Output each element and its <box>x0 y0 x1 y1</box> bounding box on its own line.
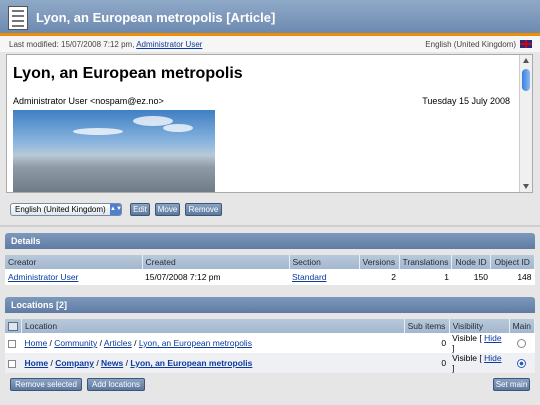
versions-value: 2 <box>359 269 399 285</box>
location-path: Home / Community / Articles / Lyon, an E… <box>21 333 405 353</box>
divider <box>0 225 540 227</box>
location-checkbox[interactable] <box>8 359 16 368</box>
preview-scrollbar[interactable] <box>519 55 532 192</box>
city-photo <box>13 110 215 192</box>
path-link[interactable]: Home <box>25 338 48 348</box>
toggle-selection-icon[interactable] <box>8 322 18 332</box>
hide-link[interactable]: Hide <box>484 353 501 363</box>
col-translations: Translations <box>399 255 453 269</box>
col-location: Location <box>21 319 405 333</box>
edit-button[interactable]: Edit <box>130 203 150 216</box>
col-creator: Creator <box>5 255 143 269</box>
last-modified: Last modified: 15/07/2008 7:12 pm, Admin… <box>9 40 202 49</box>
remove-selected-button[interactable]: Remove selected <box>10 378 82 391</box>
creator-link[interactable]: Administrator User <box>8 272 78 282</box>
col-visibility: Visibility <box>449 319 510 333</box>
meta-bar: Last modified: 15/07/2008 7:12 pm, Admin… <box>0 36 540 52</box>
content-preview: Lyon, an European metropolis Administrat… <box>6 54 533 193</box>
object-id-value: 148 <box>490 269 535 285</box>
path-link[interactable]: Lyon, an European metropolis <box>139 338 252 348</box>
col-sub-items: Sub items <box>404 319 450 333</box>
main-location-radio[interactable] <box>517 359 527 369</box>
preview-author: Administrator User <nospam@ez.no> <box>13 96 164 106</box>
sub-items-value: 0 <box>404 333 450 353</box>
uk-flag-icon <box>520 40 532 48</box>
add-locations-button[interactable]: Add locations <box>87 378 145 391</box>
scroll-thumb[interactable] <box>522 69 530 91</box>
window-titlebar: Lyon, an European metropolis [Article] <box>0 0 540 36</box>
locations-footer: Remove selected Add locations Set main <box>5 373 535 397</box>
locations-header: Locations [2] <box>5 297 535 313</box>
remove-button[interactable]: Remove <box>185 203 222 216</box>
preview-heading: Lyon, an European metropolis <box>13 65 243 82</box>
location-path: Home / Company / News / Lyon, an Europea… <box>21 353 405 373</box>
col-created: Created <box>142 255 290 269</box>
section-link[interactable]: Standard <box>292 272 327 282</box>
col-versions: Versions <box>359 255 400 269</box>
path-link[interactable]: Articles <box>104 338 132 348</box>
visibility-cell: Visible [ Hide ] <box>449 353 510 373</box>
language-select[interactable]: English (United Kingdom) ▲▼ <box>10 203 122 216</box>
sub-items-value: 0 <box>404 353 450 373</box>
scroll-up-icon[interactable] <box>523 58 529 63</box>
details-table: Creator Created Section Versions Transla… <box>5 255 535 285</box>
path-link[interactable]: Lyon, an European metropolis <box>130 358 252 368</box>
location-row: Home / Company / News / Lyon, an Europea… <box>5 353 535 373</box>
details-header: Details <box>5 233 535 249</box>
move-button[interactable]: Move <box>155 203 180 216</box>
window-title: Lyon, an European metropolis [Article] <box>36 10 276 25</box>
location-checkbox[interactable] <box>8 339 16 348</box>
chevron-updown-icon[interactable]: ▲▼ <box>110 204 122 215</box>
col-node-id: Node ID <box>451 255 492 269</box>
path-link[interactable]: News <box>101 358 123 368</box>
path-link[interactable]: Community <box>54 338 97 348</box>
last-modified-user-link[interactable]: Administrator User <box>136 40 202 49</box>
action-bar: English (United Kingdom) ▲▼ Edit Move Re… <box>0 193 540 225</box>
path-link[interactable]: Home <box>25 358 49 368</box>
set-main-button[interactable]: Set main <box>493 378 530 391</box>
last-modified-text: Last modified: 15/07/2008 7:12 pm, <box>9 40 137 49</box>
locations-table: Location Sub items Visibility Main Home … <box>5 319 536 373</box>
language-select-value: English (United Kingdom) <box>15 205 106 214</box>
visibility-cell: Visible [ Hide ] <box>449 333 510 353</box>
location-row: Home / Community / Articles / Lyon, an E… <box>5 333 535 353</box>
visibility-value: Visible <box>452 353 477 363</box>
visibility-value: Visible <box>452 333 477 343</box>
col-section: Section <box>289 255 360 269</box>
article-icon <box>8 6 28 30</box>
col-main: Main <box>509 319 536 333</box>
scroll-down-icon[interactable] <box>523 184 529 189</box>
created-value: 15/07/2008 7:12 pm <box>142 269 289 285</box>
col-select <box>5 319 22 333</box>
node-id-value: 150 <box>451 269 491 285</box>
hide-link[interactable]: Hide <box>484 333 501 343</box>
path-link[interactable]: Company <box>55 358 94 368</box>
translations-value: 1 <box>399 269 452 285</box>
col-object-id: Object ID <box>490 255 535 269</box>
details-row: Administrator User 15/07/2008 7:12 pm St… <box>5 269 535 285</box>
preview-date: Tuesday 15 July 2008 <box>422 96 510 106</box>
current-language: English (United Kingdom) <box>425 40 516 49</box>
main-location-radio[interactable] <box>517 339 527 349</box>
